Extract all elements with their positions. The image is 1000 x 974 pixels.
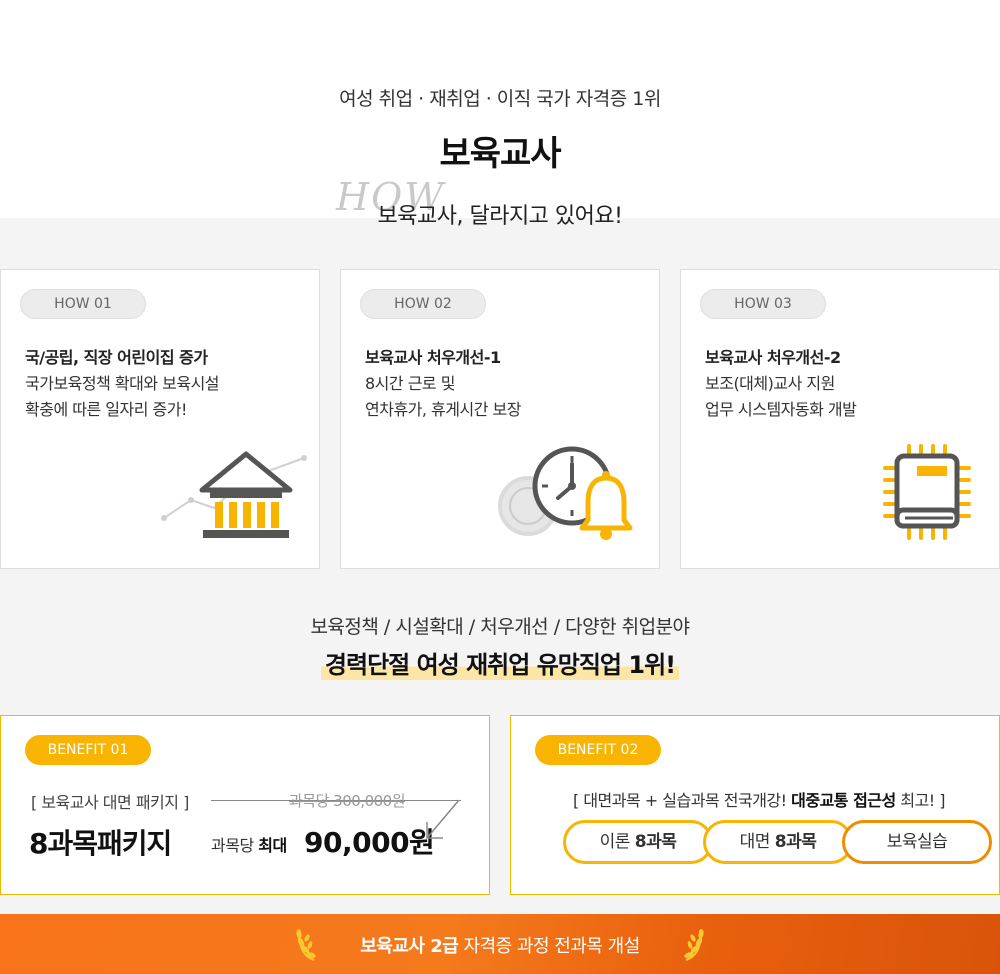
footer-text-rest: 자격증 과정 전과목 개설 bbox=[463, 936, 641, 957]
benefit2-text-bold: 대중교통 접근성 bbox=[791, 791, 896, 810]
card-title: 보육교사 처우개선-2 bbox=[705, 348, 841, 367]
how-card-1: HOW 01 국/공립, 직장 어린이집 증가 국가보육정책 확대와 보육시설 … bbox=[0, 269, 320, 569]
card-line: 보조(대체)교사 지원 bbox=[705, 374, 835, 393]
package-name: [ 보육교사 대면 패키지 ] bbox=[31, 793, 189, 812]
chip-label: 이론 bbox=[599, 832, 631, 852]
middle-title: 경력단절 여성 재취업 유망직업 1위! bbox=[320, 645, 680, 680]
card-title: 보육교사 처우개선-1 bbox=[365, 348, 501, 367]
hero-subtitle: 여성 취업 · 재취업 · 이직 국가 자격증 1위 bbox=[339, 88, 661, 110]
benefit2-text-end: 최고! ] bbox=[900, 791, 946, 810]
bank-icon bbox=[161, 451, 307, 538]
chip-label: 대면 bbox=[739, 832, 771, 852]
hero-title: 보육교사 bbox=[439, 134, 561, 174]
footer-text: 보육교사 2급 자격증 과정 전과목 개설 bbox=[0, 932, 1000, 958]
card-line: 업무 시스템자동화 개발 bbox=[705, 400, 857, 419]
card-line: 확충에 따른 일자리 증가! bbox=[25, 400, 187, 419]
price-label-bold: 최대 bbox=[258, 836, 287, 855]
benefit-card-1: BENEFIT 01 [ 보육교사 대면 패키지 ] 8과목패키지 과목당 30… bbox=[0, 715, 490, 895]
benefit2-text: [ 대면과목 + 실습과목 전국개강! bbox=[573, 791, 787, 810]
chip-face-to-face[interactable]: 대면 8과목 bbox=[703, 820, 853, 864]
benefit2-description: [ 대면과목 + 실습과목 전국개강! 대중교통 접근성 최고! ] bbox=[573, 787, 946, 811]
how-headline: 보육교사, 달라지고 있어요! bbox=[377, 204, 623, 229]
how-badge: HOW 02 bbox=[360, 289, 486, 319]
benefit-badge: BENEFIT 01 bbox=[25, 735, 151, 765]
benefit-badge: BENEFIT 02 bbox=[535, 735, 661, 765]
laurel-right-icon bbox=[684, 929, 704, 961]
clock-bell-icon bbox=[498, 446, 633, 540]
card-line: 연차휴가, 휴게시간 보장 bbox=[365, 400, 521, 419]
discount-price: 90,000원 bbox=[304, 826, 435, 859]
footer-text-bold: 보육교사 2급 bbox=[360, 936, 459, 957]
book-chip-icon bbox=[883, 444, 971, 540]
card-title: 국/공립, 직장 어린이집 증가 bbox=[25, 348, 208, 367]
footer-banner: 보육교사 2급 자격증 과정 전과목 개설 bbox=[0, 914, 1000, 974]
chip-bold: 8과목 bbox=[634, 832, 677, 852]
chip-practicum[interactable]: 보육실습 bbox=[842, 820, 992, 864]
original-price: 과목당 300,000원 bbox=[289, 792, 406, 810]
package-title: 8과목패키지 bbox=[29, 827, 172, 860]
chip-bold: 8과목 bbox=[774, 832, 817, 852]
middle-subtitle: 보육정책 / 시설확대 / 처우개선 / 다양한 취업분야 bbox=[310, 616, 690, 638]
card-line: 국가보육정책 확대와 보육시설 bbox=[25, 374, 220, 393]
how-card-3: HOW 03 보육교사 처우개선-2 보조(대체)교사 지원 업무 시스템자동화… bbox=[680, 269, 1000, 569]
how-card-2: HOW 02 보육교사 처우개선-1 8시간 근로 및 연차휴가, 휴게시간 보… bbox=[340, 269, 660, 569]
chip-theory[interactable]: 이론 8과목 bbox=[563, 820, 713, 864]
price-label: 과목당 최대 bbox=[211, 832, 287, 856]
down-arrow-icon bbox=[426, 799, 460, 839]
price-label-text: 과목당 bbox=[211, 836, 254, 855]
middle-title-wrap: 경력단절 여성 재취업 유망직업 1위! bbox=[0, 645, 1000, 680]
benefit-card-2: BENEFIT 02 [ 대면과목 + 실습과목 전국개강! 대중교통 접근성 … bbox=[510, 715, 1000, 895]
how-badge: HOW 01 bbox=[20, 289, 146, 319]
chip-label: 보육실습 bbox=[886, 832, 948, 852]
how-badge: HOW 03 bbox=[700, 289, 826, 319]
card-line: 8시간 근로 및 bbox=[365, 374, 455, 393]
